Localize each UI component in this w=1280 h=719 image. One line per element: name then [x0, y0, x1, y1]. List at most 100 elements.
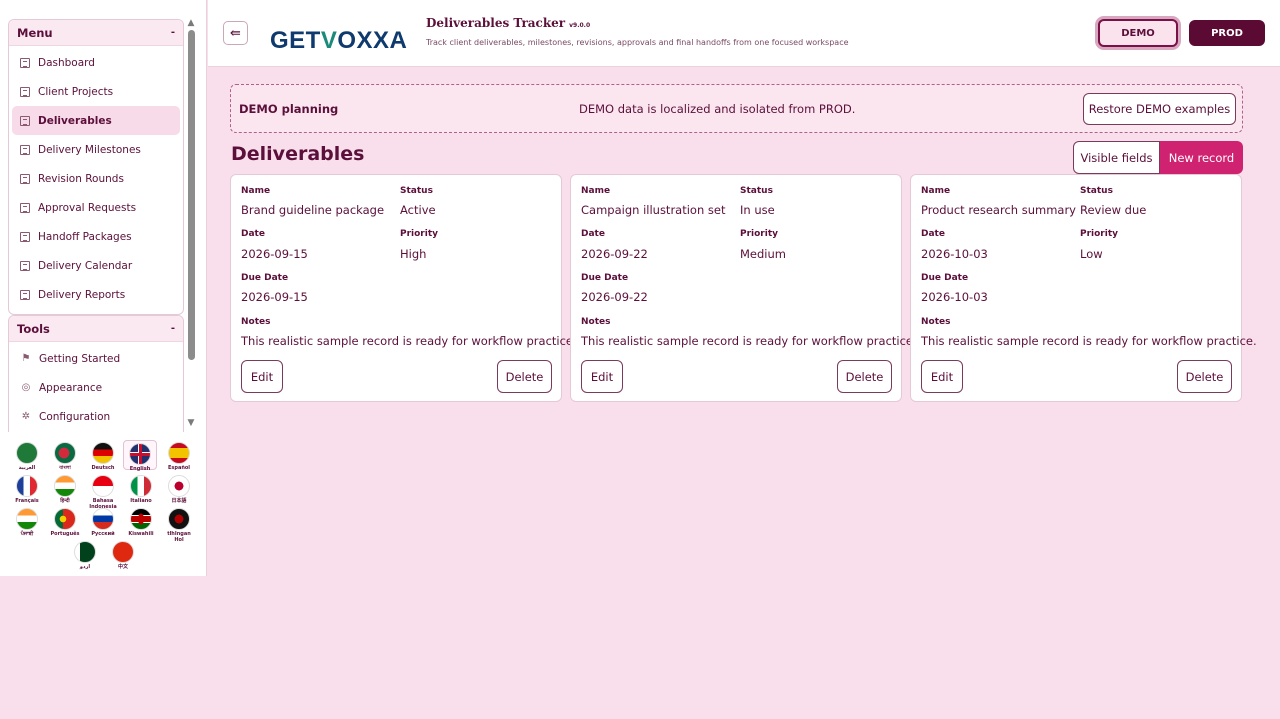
palette-icon: ◎	[21, 382, 31, 393]
sidebar: Menu - Dashboard Client Projects Deliver…	[0, 0, 207, 576]
sidebar-item-label: Revision Rounds	[38, 172, 124, 185]
language-japanese[interactable]: 日本語	[162, 475, 196, 504]
language-chinese[interactable]: 中文	[106, 541, 140, 570]
india-flag-icon	[16, 508, 38, 530]
language-label: 中文	[117, 564, 128, 570]
env-prod-button[interactable]: PROD	[1189, 20, 1265, 46]
top-header: ⇚ GETVOXXA Deliverables Tracker v9.0.0 Tr…	[208, 0, 1280, 67]
list-icon	[20, 86, 30, 97]
list-icon	[20, 289, 30, 300]
language-russian[interactable]: Русский	[86, 508, 120, 537]
sidebar-item-appearance[interactable]: ◎ Appearance	[9, 373, 183, 402]
priority-label: Priority	[400, 229, 438, 239]
record-priority: Low	[1080, 247, 1103, 261]
edit-button[interactable]: Edit	[581, 360, 623, 393]
bangladesh-flag-icon	[54, 442, 76, 464]
list-icon	[20, 202, 30, 213]
tools-collapse-icon[interactable]: -	[171, 323, 175, 334]
flag-icon: ⚑	[21, 353, 31, 364]
collapse-sidebar-button[interactable]: ⇚	[223, 21, 248, 45]
sidebar-item-delivery-reports[interactable]: Delivery Reports	[9, 280, 183, 309]
language-label: Français	[15, 498, 39, 504]
name-label: Name	[921, 186, 951, 196]
france-flag-icon	[16, 475, 38, 497]
sidebar-item-revision-rounds[interactable]: Revision Rounds	[9, 164, 183, 193]
scroll-up-icon[interactable]: ▲	[186, 18, 196, 28]
sidebar-item-delivery-calendar[interactable]: Delivery Calendar	[9, 251, 183, 280]
visible-fields-button[interactable]: Visible fields	[1073, 141, 1160, 174]
sidebar-item-client-projects[interactable]: Client Projects	[9, 77, 183, 106]
language-french[interactable]: Français	[10, 475, 44, 504]
language-arabic[interactable]: العربية	[10, 442, 44, 471]
record-card: Name Status Product research summary Rev…	[910, 174, 1257, 402]
sidebar-item-delivery-milestones[interactable]: Delivery Milestones	[9, 135, 183, 164]
delete-button[interactable]: Delete	[1177, 360, 1232, 393]
sidebar-item-configuration[interactable]: ✲ Configuration	[9, 402, 183, 431]
list-icon	[20, 144, 30, 155]
uk-flag-icon	[129, 443, 151, 465]
language-indonesian[interactable]: Bahasa Indonesia	[86, 475, 120, 510]
menu-collapse-icon[interactable]: -	[171, 27, 175, 38]
language-punjabi[interactable]: ਪੰਜਾਬੀ	[10, 508, 44, 537]
record-due-date: 2026-09-15	[241, 290, 308, 304]
tools-panel-header[interactable]: Tools -	[9, 316, 183, 342]
language-bengali[interactable]: বাংলা	[48, 442, 82, 471]
portugal-flag-icon	[54, 508, 76, 530]
record-card: Name Status Brand guideline package Acti…	[230, 174, 577, 402]
language-english[interactable]: English	[123, 440, 157, 472]
language-label: Deutsch	[91, 465, 115, 471]
due-date-label: Due Date	[241, 273, 289, 283]
sidebar-scrollbar[interactable]: ▲ ▼	[185, 18, 197, 428]
page-title: Deliverables	[231, 143, 365, 165]
menu-panel-header[interactable]: Menu -	[9, 20, 183, 46]
record-date: 2026-09-22	[581, 247, 648, 261]
scroll-down-icon[interactable]: ▼	[186, 418, 196, 428]
language-label: हिन्दी	[60, 498, 70, 504]
sidebar-item-deliverables[interactable]: Deliverables	[12, 106, 180, 135]
app-title: Deliverables Tracker v9.0.0	[426, 16, 590, 30]
language-hindi[interactable]: हिन्दी	[48, 475, 82, 504]
sidebar-item-getting-started[interactable]: ⚑ Getting Started	[9, 344, 183, 373]
edit-button[interactable]: Edit	[241, 360, 283, 393]
list-icon	[20, 260, 30, 271]
language-german[interactable]: Deutsch	[86, 442, 120, 471]
tools-title: Tools	[17, 321, 50, 336]
language-spanish[interactable]: Español	[162, 442, 196, 471]
sidebar-item-label: Configuration	[39, 410, 111, 423]
sidebar-item-handoff-packages[interactable]: Handoff Packages	[9, 222, 183, 251]
language-italian[interactable]: Italiano	[124, 475, 158, 504]
language-urdu[interactable]: اردو	[68, 541, 102, 570]
language-swahili[interactable]: Kiswahili	[124, 508, 158, 537]
india-flag-icon	[54, 475, 76, 497]
record-status: In use	[740, 203, 775, 217]
scrollbar-thumb[interactable]	[188, 30, 195, 360]
app-version: v9.0.0	[569, 22, 591, 29]
priority-label: Priority	[740, 229, 778, 239]
edit-button[interactable]: Edit	[921, 360, 963, 393]
sidebar-item-dashboard[interactable]: Dashboard	[9, 48, 183, 77]
language-label: العربية	[18, 465, 36, 471]
record-status: Review due	[1080, 203, 1147, 217]
klingon-emblem-icon	[168, 508, 190, 530]
delete-button[interactable]: Delete	[497, 360, 552, 393]
language-label: tlhIngan Hol	[167, 531, 191, 543]
new-record-button[interactable]: New record	[1160, 141, 1243, 174]
delete-button[interactable]: Delete	[837, 360, 892, 393]
name-label: Name	[581, 186, 611, 196]
record-status: Active	[400, 203, 436, 217]
list-icon	[20, 57, 30, 68]
env-demo-button[interactable]: DEMO	[1098, 19, 1178, 47]
banner-title: DEMO planning	[239, 102, 339, 116]
indonesia-flag-icon	[92, 475, 114, 497]
language-portuguese[interactable]: Português	[48, 508, 82, 537]
sidebar-item-approval-requests[interactable]: Approval Requests	[9, 193, 183, 222]
banner-message: DEMO data is localized and isolated from…	[579, 102, 856, 116]
record-notes: This realistic sample record is ready fo…	[581, 334, 917, 348]
language-klingon[interactable]: tlhIngan Hol	[162, 508, 196, 543]
saudi-flag-icon	[16, 442, 38, 464]
restore-demo-button[interactable]: Restore DEMO examples	[1083, 93, 1236, 125]
language-label: বাংলা	[59, 465, 71, 471]
italy-flag-icon	[130, 475, 152, 497]
language-label: ਪੰਜਾਬੀ	[20, 531, 34, 537]
logo-text: OXXA	[337, 27, 408, 54]
